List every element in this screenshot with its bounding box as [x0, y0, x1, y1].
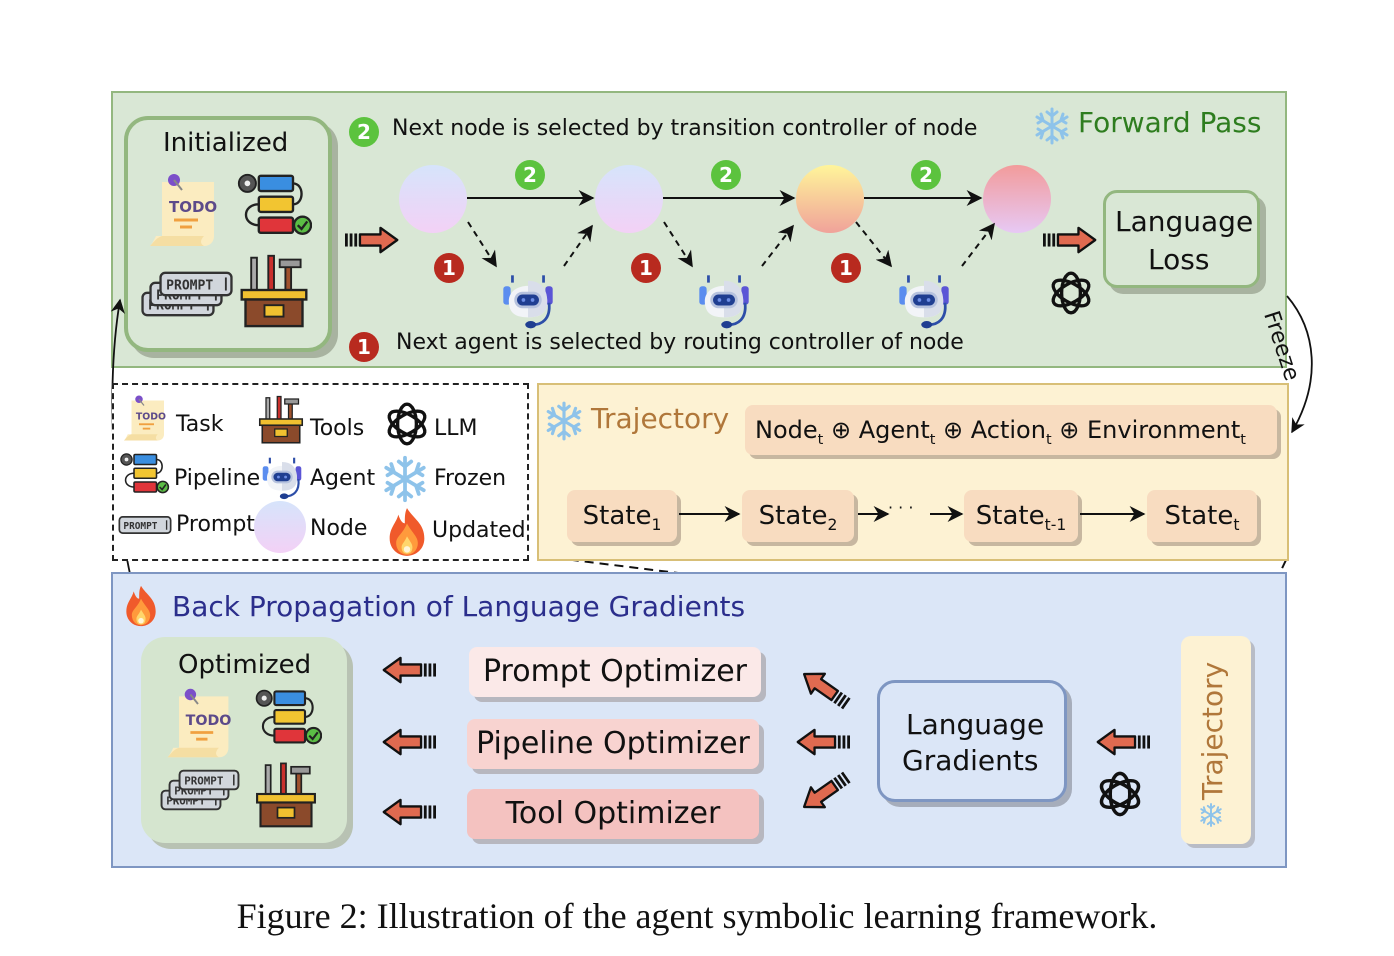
tool-optimizer-box: Tool Optimizer: [467, 789, 759, 839]
update-arrow-icon: [380, 655, 436, 685]
state-ellipsis: · · ·: [888, 498, 914, 517]
trajectory-tag-label: Trajectory: [1196, 661, 1229, 800]
language-gradients-line2: Gradients: [902, 744, 1039, 777]
gradient-input-arrow-icon: [1094, 727, 1150, 757]
figure-caption: Figure 2: Illustration of the agent symb…: [236, 896, 1158, 936]
language-gradients-box: [877, 680, 1067, 802]
prompt-optimizer-box: Prompt Optimizer: [469, 647, 761, 697]
back-propagation-title: Back Propagation of Language Gradients: [172, 590, 746, 623]
fire-icon: [122, 584, 160, 628]
todo-note-icon: [160, 685, 236, 761]
prompt-stack-icon: [160, 769, 240, 811]
language-gradients-line1: Language: [906, 708, 1045, 741]
pipeline-icon: [254, 688, 322, 756]
update-arrow-icon: [380, 727, 436, 757]
update-arrow-icon: [380, 797, 436, 827]
llm-openai-icon: [1094, 768, 1146, 820]
optimized-label: Optimized: [178, 650, 312, 680]
toolbox-icon: [252, 758, 320, 830]
snowflake-icon: [1198, 802, 1224, 828]
gradient-arrow-icon: [794, 727, 850, 757]
pipeline-optimizer-box: Pipeline Optimizer: [467, 719, 759, 769]
